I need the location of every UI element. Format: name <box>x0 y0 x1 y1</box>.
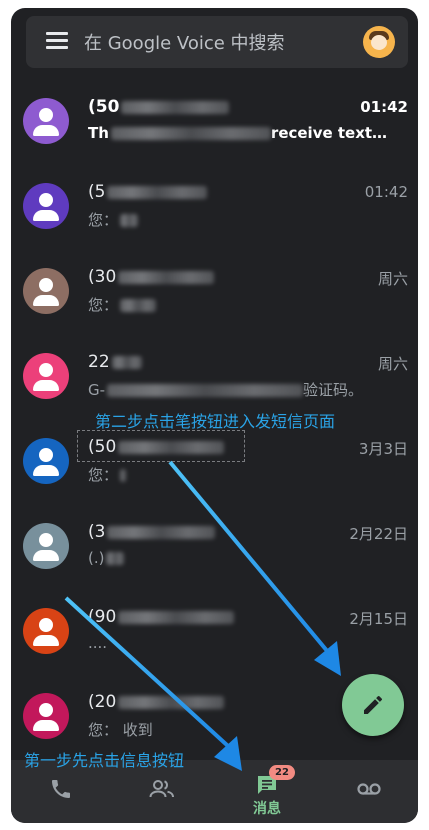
arrow-to-messages-tab <box>64 596 242 771</box>
annotation-arrows <box>64 460 341 771</box>
arrow-to-compose <box>168 460 341 676</box>
